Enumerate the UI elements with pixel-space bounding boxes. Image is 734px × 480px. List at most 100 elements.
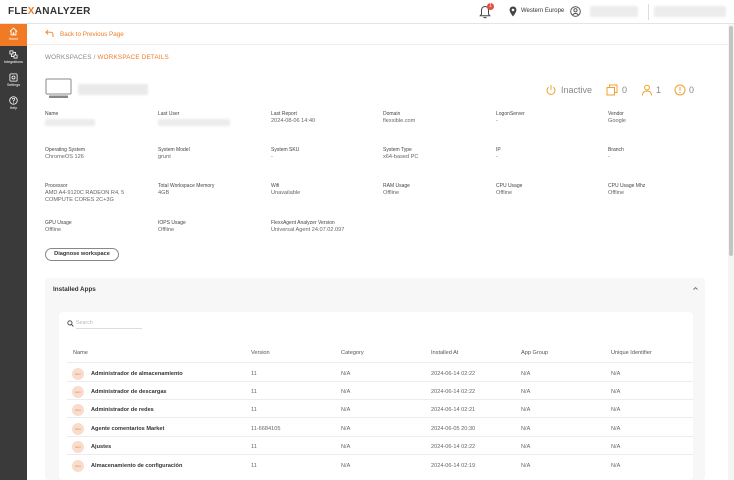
system-type-label: System Type <box>383 147 412 153</box>
app-category: N/A <box>341 407 351 413</box>
iops-usage-value: Offline <box>158 227 175 233</box>
system-type-value: x64-based PC <box>383 154 419 160</box>
home-icon <box>9 27 18 36</box>
apps-search-input[interactable] <box>76 318 142 329</box>
wifi-value: Unavailable <box>271 190 301 196</box>
breadcrumb-separator: / <box>93 54 96 61</box>
app-name[interactable]: Almacenamiento de configuración <box>91 463 182 469</box>
cpu-usage-mhz-value: Offline <box>608 190 625 196</box>
user-icon <box>642 84 652 96</box>
app-version: 11 <box>251 389 257 395</box>
app-group: N/A <box>521 407 531 413</box>
app-name[interactable]: Administrador de descargas <box>91 389 167 395</box>
redacted-organization[interactable] <box>654 6 726 17</box>
sidebar-item-settings[interactable]: Settings <box>0 70 27 92</box>
column-header-unique-identifier[interactable]: Unique Identifier <box>611 350 652 356</box>
column-header-name[interactable]: Name <box>73 350 88 356</box>
windows-count: 0 <box>622 85 628 95</box>
app-group: N/A <box>521 389 531 395</box>
back-to-previous-link[interactable]: Back to Previous Page <box>60 31 124 38</box>
diagnose-workspace-button[interactable]: Diagnose workspace <box>45 248 119 261</box>
settings-icon <box>9 73 18 82</box>
app-uid: N/A <box>611 407 621 413</box>
app-name[interactable]: Agente comentarios Market <box>91 426 164 432</box>
region-selector[interactable]: Western Europe <box>521 8 564 14</box>
app-icon: icon <box>72 441 84 453</box>
integrations-icon <box>9 50 18 59</box>
system-sku-label: System SKU <box>271 147 300 153</box>
vendor-label: Vendor <box>608 111 624 117</box>
windows-count-icon <box>606 84 618 96</box>
logon-server-label: LogonServer <box>496 111 525 117</box>
breadcrumb: WORKSPACES / WORKSPACE DETAILS <box>45 54 169 61</box>
branch-label: Branch <box>608 147 624 153</box>
app-uid: N/A <box>611 371 621 377</box>
app-installed-at: 2024-06-14 02:22 <box>431 389 476 395</box>
app-version: 11 <box>251 371 257 377</box>
iops-usage-label: IOPS Usage <box>158 220 186 226</box>
installed-apps-title[interactable]: Installed Apps <box>53 286 96 293</box>
user-account-icon[interactable] <box>570 6 581 17</box>
top-bar: FLEXANALYZER 1 Western Europe <box>0 0 734 24</box>
scrollbar-thumb[interactable] <box>729 26 733 256</box>
header-divider <box>67 362 693 363</box>
app-category: N/A <box>341 426 351 432</box>
app-uid: N/A <box>611 389 621 395</box>
breadcrumb-current: WORKSPACE DETAILS <box>97 54 169 61</box>
back-bar <box>27 24 728 45</box>
app-name[interactable]: Ajustes <box>91 444 111 450</box>
processor-label: Processor <box>45 183 68 189</box>
app-installed-at: 2024-06-14 02:21 <box>431 407 476 413</box>
last-report-value: 2024-08-06 14:40 <box>271 118 316 124</box>
column-header-installed-at[interactable]: Installed At <box>431 350 458 356</box>
app-group: N/A <box>521 463 531 469</box>
app-name[interactable]: Administrador de almacenamiento <box>91 371 183 377</box>
redacted-last-user-value <box>158 119 230 126</box>
domain-label: Domain <box>383 111 401 117</box>
app-version: 11-6684105 <box>251 426 281 432</box>
cpu-usage-mhz-label: CPU Usage Mhz <box>608 183 646 189</box>
sidebar-item-help[interactable]: Help <box>0 93 27 115</box>
alert-icon <box>674 84 686 96</box>
sidebar: Home Integrations Settings Help <box>0 24 27 480</box>
app-uid: N/A <box>611 426 621 432</box>
domain-value: flexxible.com <box>383 118 416 124</box>
app-group: N/A <box>521 444 531 450</box>
ip-label: IP <box>496 147 501 153</box>
app-icon: icon <box>72 404 84 416</box>
row-divider <box>67 381 693 382</box>
name-label: Name <box>45 111 59 117</box>
ram-usage-value: Offline <box>383 190 400 196</box>
app-version: 11 <box>251 444 257 450</box>
back-arrow-icon[interactable] <box>45 29 54 38</box>
redacted-name-value <box>45 119 95 126</box>
app-category: N/A <box>341 389 351 395</box>
app-name[interactable]: Administrador de redes <box>91 407 154 413</box>
app-uid: N/A <box>611 444 621 450</box>
os-value: ChromeOS 126 <box>45 154 84 160</box>
system-model-value: grunt <box>158 154 171 160</box>
cpu-usage-label: CPU Usage <box>496 183 523 189</box>
agent-version-label: FlexxAgent Analyzer Version <box>271 220 335 226</box>
breadcrumb-workspaces[interactable]: WORKSPACES <box>45 54 92 61</box>
sidebar-item-label: Home <box>8 37 19 41</box>
app-icon: icon <box>72 386 84 398</box>
column-header-app-group[interactable]: App Group <box>521 350 548 356</box>
total-memory-label: Total Workspace Memory <box>158 183 215 189</box>
agent-version-value: Universal Agent 24.07.02.097 <box>271 227 345 233</box>
app-category: N/A <box>341 371 351 377</box>
alerts-count: 0 <box>689 85 695 95</box>
logon-server-value: - <box>496 118 498 124</box>
app-icon: icon <box>72 368 84 380</box>
app-version: 11 <box>251 407 257 413</box>
sidebar-item-home[interactable]: Home <box>0 24 27 46</box>
gpu-usage-value: Offline <box>45 227 62 233</box>
sidebar-item-integrations[interactable]: Integrations <box>0 47 27 69</box>
chevron-up-icon[interactable] <box>692 285 699 292</box>
app-logo[interactable]: FLEXANALYZER <box>8 6 91 17</box>
column-header-category[interactable]: Category <box>341 350 364 356</box>
app-icon: icon <box>72 423 84 435</box>
column-header-version[interactable]: Version <box>251 350 270 356</box>
app-category: N/A <box>341 463 351 469</box>
last-report-label: Last Report <box>271 111 297 117</box>
